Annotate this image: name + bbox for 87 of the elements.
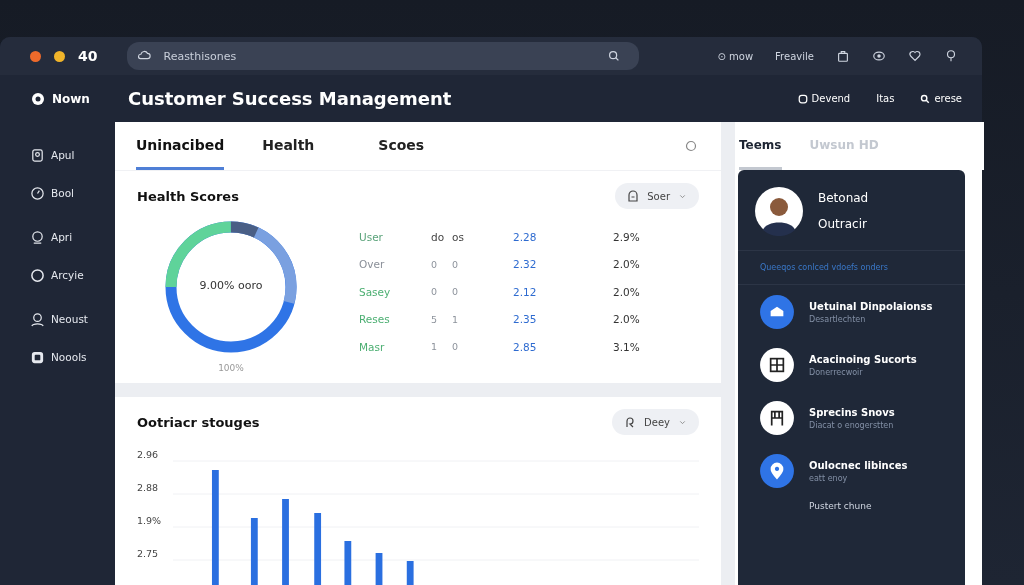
chart-bar — [344, 541, 352, 585]
table-cell-text: 2.85 — [513, 340, 538, 353]
tab[interactable]: Health — [262, 122, 315, 170]
axis-label: 2.75 — [137, 548, 160, 561]
header-action[interactable]: erese — [920, 93, 962, 104]
circle-icon — [30, 267, 45, 283]
profile-name: Betonad — [818, 191, 869, 205]
user-icon — [30, 311, 45, 327]
chart-bar — [250, 518, 258, 585]
sidebar-item[interactable]: Apul — [30, 136, 115, 174]
clock-icon — [30, 185, 45, 201]
table-cell: 2.9% — [613, 230, 640, 243]
chart-bar — [314, 513, 322, 585]
axis-label: 2.88 — [137, 482, 160, 495]
table-cell: 3.1% — [613, 340, 640, 353]
list-item-title[interactable]: Oulocnec libinces — [809, 459, 908, 471]
table-cell-text: Reses — [359, 313, 391, 326]
table-cell-text: Over — [359, 258, 386, 271]
table-cell-text: 2.28 — [513, 230, 538, 243]
eye-icon[interactable] — [871, 49, 886, 63]
table-cell-text: 5 — [431, 313, 439, 325]
counter: 40 — [78, 48, 98, 64]
window-dot — [54, 50, 65, 62]
table-cell-text: 2.32 — [513, 258, 538, 271]
status-icon — [685, 140, 697, 152]
search-field[interactable]: Reasthisones — [127, 42, 640, 70]
table-cell-text: User — [359, 230, 384, 243]
square-icon — [797, 93, 808, 104]
filter-dropdown[interactable]: Deey — [612, 409, 699, 435]
table-cell-text: 2.35 — [513, 313, 538, 326]
table-cell: 2.0% — [613, 313, 640, 326]
axis-label: 1.9% — [137, 515, 163, 528]
list-item-title[interactable]: Uetuinal Dinpolaionss — [809, 300, 933, 312]
heart-icon[interactable] — [907, 49, 922, 63]
section-title: Ootriacr stouges — [137, 414, 260, 430]
square-icon — [30, 349, 45, 365]
table-cell-text: Masr — [359, 340, 386, 353]
search-icon — [920, 93, 931, 104]
tag-icon — [627, 190, 640, 202]
table-cell: 2.0% — [613, 258, 640, 271]
list-item-subtitle: Diacat o enogerstten — [809, 420, 895, 430]
chart-bar — [406, 561, 414, 585]
list-item-title[interactable]: Sprecins Snovs — [809, 406, 895, 418]
table-cell-text: Sasey — [359, 285, 392, 298]
sidebar-item[interactable]: Neoust — [30, 300, 115, 338]
header-action[interactable]: Itas — [876, 93, 895, 104]
list-item-title[interactable]: Acacinoing Sucorts — [809, 353, 917, 365]
bag-icon[interactable] — [835, 49, 850, 63]
table-cell-text: 0 — [452, 341, 460, 353]
list-item-subtitle: Desartlechten — [809, 314, 867, 324]
sidebar-item[interactable]: Bool — [30, 174, 115, 212]
gear-icon — [30, 90, 46, 107]
table-cell: 2.0% — [613, 285, 640, 298]
sidebar-item[interactable]: Noools — [30, 338, 115, 376]
list-item-subtitle: eatt enoy — [809, 473, 849, 483]
avatar — [754, 186, 804, 236]
sidebar-item[interactable]: Apri — [30, 218, 115, 256]
profile-footer[interactable]: Pustert chune — [738, 497, 965, 511]
table-cell-text: 1 — [431, 341, 439, 353]
table-cell-text: os — [452, 230, 465, 243]
page-title: Customer Success Management — [128, 88, 453, 109]
brand-name: Nown — [52, 91, 90, 106]
toolbar-link[interactable]: ⊙ mow — [717, 50, 754, 62]
table-cell: do — [431, 230, 446, 243]
table-cell-text: 0 — [452, 286, 460, 298]
donut-label: 9.00% ooro — [198, 279, 264, 292]
table-cell-text: 0 — [452, 258, 460, 270]
section-title: Health Scores — [137, 188, 239, 204]
header-action[interactable]: Devend — [797, 93, 851, 104]
table-cell-text: 1 — [452, 313, 460, 325]
list-item-subtitle: Donerrecwoir — [809, 367, 864, 377]
chat-icon — [30, 229, 45, 245]
window-dot — [30, 50, 41, 62]
badge-icon — [30, 147, 45, 163]
axis-label: 2.96 — [137, 449, 160, 462]
sidebar-item[interactable]: Arcyie — [30, 256, 115, 294]
tab[interactable]: Scoes — [378, 122, 425, 170]
tab[interactable]: Uninacibed — [136, 122, 225, 170]
toolbar-link[interactable]: Freavile — [775, 50, 814, 62]
table-cell-text: 2.12 — [513, 285, 538, 298]
profile-role: Outracir — [818, 217, 868, 231]
donut-caption: 100% — [218, 363, 244, 373]
r-shape-icon — [624, 416, 637, 428]
filter-dropdown[interactable]: Soer — [615, 183, 699, 209]
table-cell-text: 0 — [431, 258, 439, 270]
table-cell-text: 0 — [431, 286, 439, 298]
chart-bar — [375, 553, 383, 585]
